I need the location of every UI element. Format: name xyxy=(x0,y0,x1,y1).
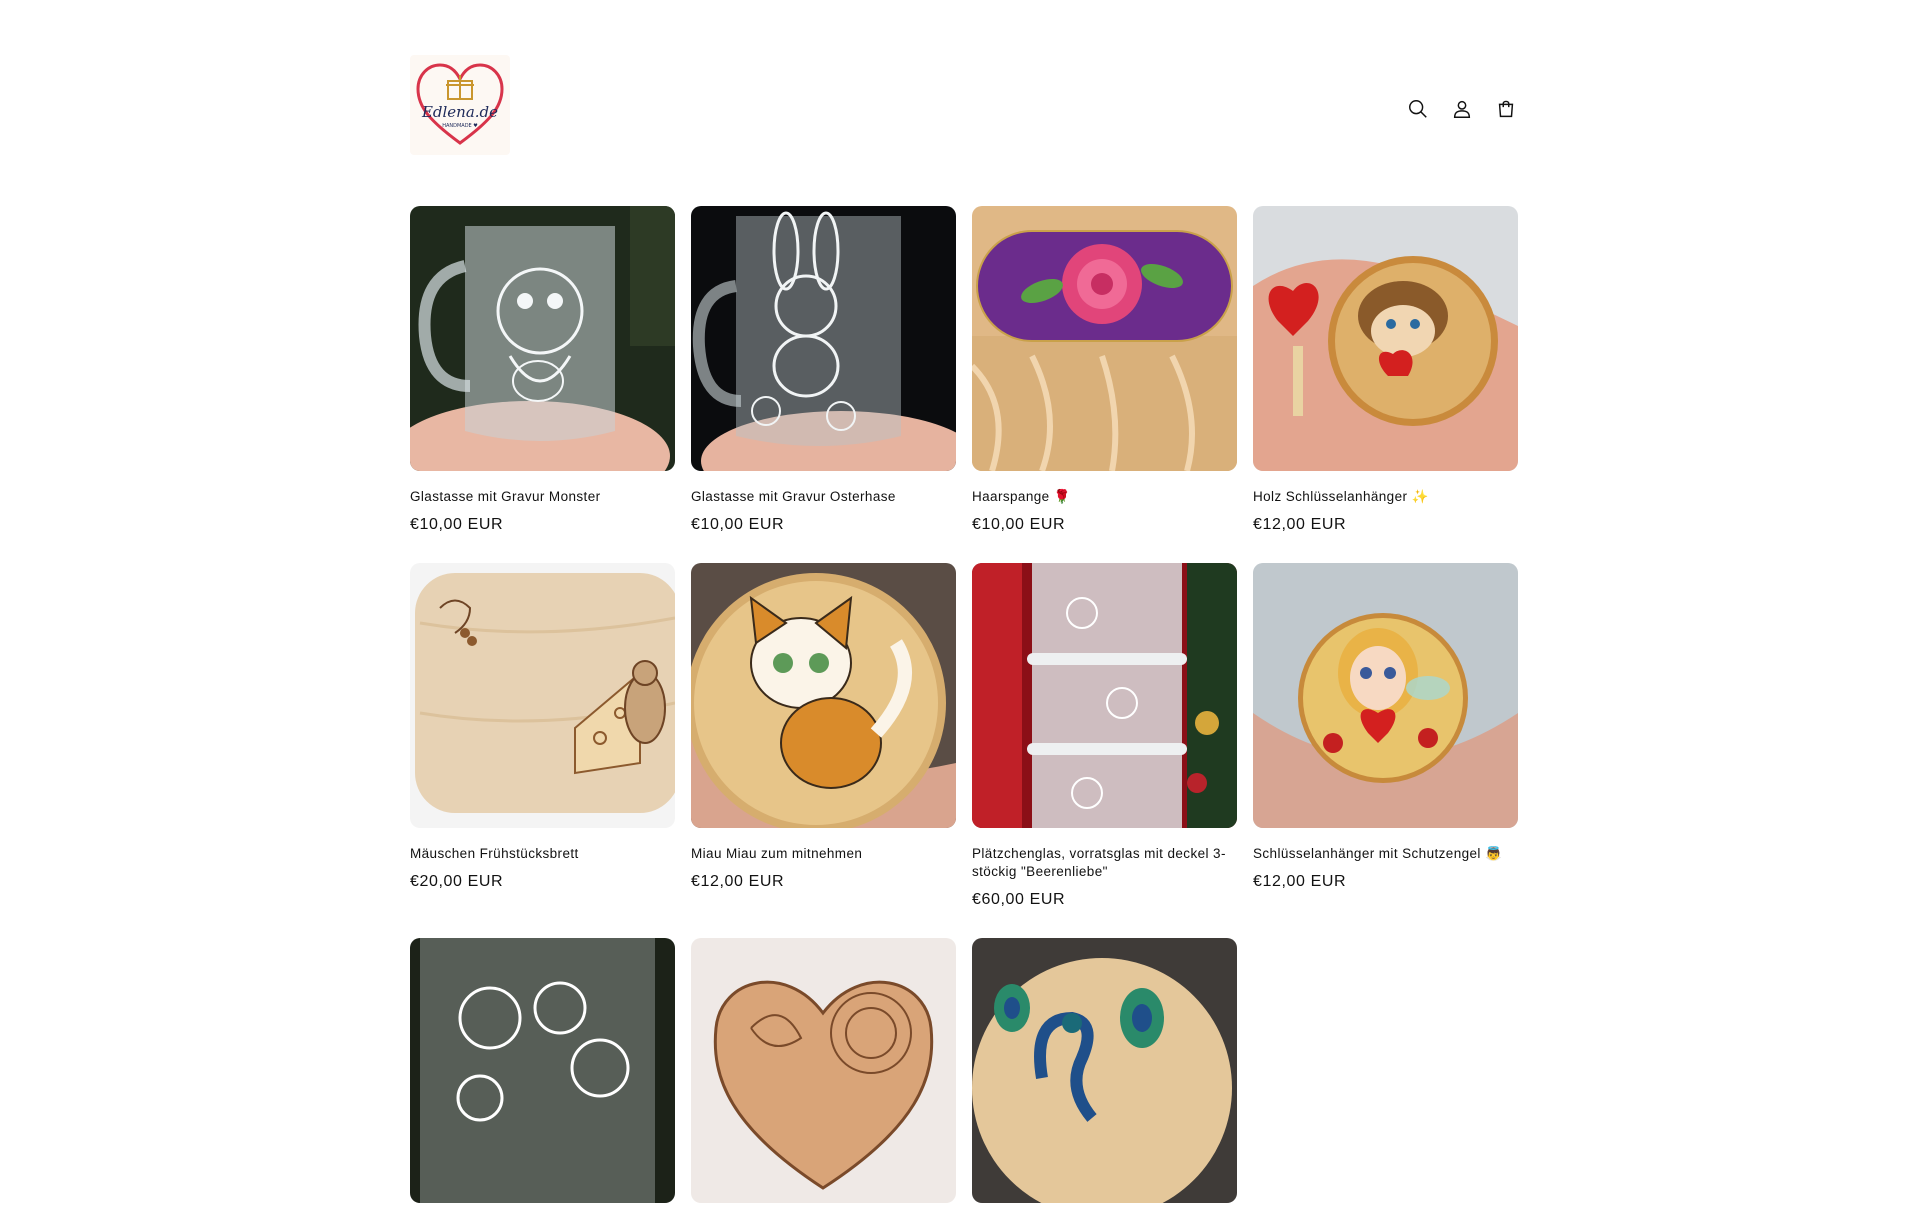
product-card[interactable]: Haarspange 🌹 €10,00 EUR xyxy=(972,206,1237,534)
product-image[interactable] xyxy=(691,938,956,1203)
product-image[interactable] xyxy=(1253,206,1518,471)
product-title[interactable]: Miau Miau zum mitnehmen xyxy=(691,845,956,863)
logo-wordmark: Edlena.de xyxy=(421,103,498,121)
product-price: €12,00 EUR xyxy=(691,873,785,890)
product-card[interactable] xyxy=(972,938,1237,1220)
cart-icon[interactable] xyxy=(1492,95,1520,123)
product-card[interactable] xyxy=(691,938,956,1220)
site-header: Edlena.de HANDMADE ♥ xyxy=(410,55,1520,160)
product-card[interactable]: Glastasse mit Gravur Osterhase €10,00 EU… xyxy=(691,206,956,534)
product-grid: Glastasse mit Gravur Monster €10,00 EUR … xyxy=(410,206,1520,1220)
product-price: €12,00 EUR xyxy=(1253,516,1347,533)
product-card[interactable]: Schlüsselanhänger mit Schutzengel 👼 €12,… xyxy=(1253,563,1518,909)
product-image[interactable] xyxy=(972,206,1237,471)
account-icon[interactable] xyxy=(1448,95,1476,123)
product-title[interactable]: Schlüsselanhänger mit Schutzengel 👼 xyxy=(1253,845,1518,863)
product-title[interactable]: Glastasse mit Gravur Osterhase xyxy=(691,488,956,506)
product-card[interactable] xyxy=(410,938,675,1220)
product-title[interactable]: Plätzchenglas, vorratsglas mit deckel 3-… xyxy=(972,845,1237,881)
product-price: €10,00 EUR xyxy=(410,516,504,533)
product-card[interactable]: Mäuschen Frühstücksbrett €20,00 EUR xyxy=(410,563,675,909)
product-title[interactable]: Haarspange 🌹 xyxy=(972,488,1237,506)
product-price: €12,00 EUR xyxy=(1253,873,1347,890)
header-icons xyxy=(1404,95,1520,123)
store-logo[interactable]: Edlena.de HANDMADE ♥ xyxy=(410,55,510,155)
product-card[interactable]: Holz Schlüsselanhänger ✨ €12,00 EUR xyxy=(1253,206,1518,534)
product-price: €20,00 EUR xyxy=(410,873,504,890)
product-card[interactable]: Miau Miau zum mitnehmen €12,00 EUR xyxy=(691,563,956,909)
product-image[interactable] xyxy=(410,563,675,828)
product-card[interactable]: Plätzchenglas, vorratsglas mit deckel 3-… xyxy=(972,563,1237,909)
product-image[interactable] xyxy=(691,563,956,828)
product-title[interactable]: Mäuschen Frühstücksbrett xyxy=(410,845,675,863)
product-image[interactable] xyxy=(972,938,1237,1203)
product-image[interactable] xyxy=(691,206,956,471)
product-image[interactable] xyxy=(972,563,1237,828)
product-card[interactable]: Glastasse mit Gravur Monster €10,00 EUR xyxy=(410,206,675,534)
product-price: €10,00 EUR xyxy=(972,516,1066,533)
search-icon[interactable] xyxy=(1404,95,1432,123)
product-image[interactable] xyxy=(410,206,675,471)
logo-subtext: HANDMADE ♥ xyxy=(442,123,478,129)
product-image[interactable] xyxy=(1253,563,1518,828)
product-price: €60,00 EUR xyxy=(972,891,1066,908)
product-image[interactable] xyxy=(410,938,675,1203)
product-title[interactable]: Glastasse mit Gravur Monster xyxy=(410,488,675,506)
product-title[interactable]: Holz Schlüsselanhänger ✨ xyxy=(1253,488,1518,506)
product-price: €10,00 EUR xyxy=(691,516,785,533)
